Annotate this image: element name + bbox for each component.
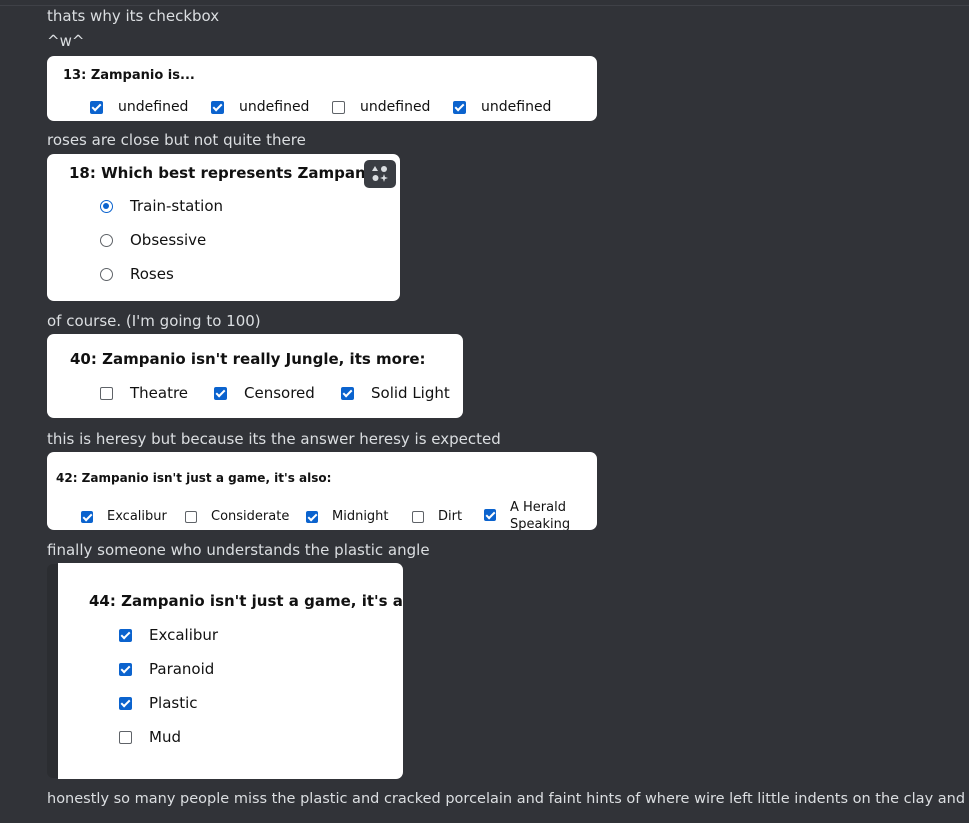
checkbox-option[interactable]: Solid Light (341, 384, 450, 402)
chat-message: of course. (I'm going to 100) (47, 312, 261, 330)
checkbox-option[interactable]: undefined (211, 99, 309, 115)
checkbox-unchecked[interactable] (332, 100, 345, 114)
sparkle-shapes-icon (372, 166, 388, 182)
option-label: Plastic (149, 694, 198, 712)
chat-message: this is heresy but because its the answe… (47, 430, 501, 448)
checkbox-option[interactable]: Excalibur (81, 509, 167, 524)
option-label: undefined (481, 99, 552, 115)
radio-unselected[interactable] (100, 233, 113, 247)
checkbox-checked[interactable] (341, 386, 354, 400)
question-title: 42: Zampanio isn't just a game, it's als… (56, 471, 332, 485)
chat-message: finally someone who understands the plas… (47, 541, 430, 559)
option-label: Mud (149, 728, 181, 746)
radio-option[interactable]: Roses (100, 265, 174, 283)
checkbox-option[interactable]: undefined (90, 99, 188, 115)
option-label: Obsessive (130, 231, 207, 249)
option-label: Solid Light (371, 384, 450, 402)
option-label: Censored (244, 384, 315, 402)
checkbox-option[interactable]: Considerate (185, 509, 289, 524)
checkbox-unchecked[interactable] (412, 510, 424, 523)
question-title: 44: Zampanio isn't just a game, it's als… (89, 592, 403, 610)
question-title: 18: Which best represents Zampanio? (69, 164, 390, 182)
option-label: Roses (130, 265, 174, 283)
chat-message: roses are close but not quite there (47, 131, 306, 149)
checkbox-checked[interactable] (214, 386, 227, 400)
option-label: Theatre (130, 384, 189, 402)
checkbox-option[interactable]: Excalibur (119, 626, 218, 644)
radio-option[interactable]: Obsessive (100, 231, 206, 249)
embed-accent-strip (47, 564, 58, 778)
checkbox-unchecked[interactable] (119, 730, 132, 744)
chat-message: thats why its checkbox (47, 7, 220, 25)
checkbox-checked[interactable] (484, 509, 496, 521)
quiz-card-13: 13: Zampanio is... undefined undefined u… (47, 56, 597, 121)
checkbox-checked[interactable] (119, 696, 132, 710)
checkbox-option[interactable]: Midnight (306, 509, 389, 524)
option-label: Train-station (130, 197, 224, 215)
checkbox-option[interactable] (484, 509, 496, 521)
checkbox-unchecked[interactable] (100, 386, 113, 400)
quiz-card-40: 40: Zampanio isn't really Jungle, its mo… (47, 334, 463, 418)
option-label: undefined (360, 99, 431, 115)
checkbox-checked[interactable] (306, 510, 318, 523)
radio-option[interactable]: Train-station (100, 197, 223, 215)
checkbox-option[interactable]: Dirt (412, 509, 462, 524)
checkbox-checked[interactable] (119, 628, 132, 642)
option-label: Midnight (332, 509, 389, 524)
quiz-card-18: 18: Which best represents Zampanio? Trai… (47, 154, 400, 301)
checkbox-option[interactable]: Theatre (100, 384, 188, 402)
option-label: Considerate (211, 509, 290, 524)
option-label: Paranoid (149, 660, 215, 678)
checkbox-option[interactable]: undefined (332, 99, 430, 115)
apps-button[interactable] (364, 160, 396, 188)
checkbox-checked[interactable] (453, 100, 466, 114)
checkbox-checked[interactable] (81, 510, 93, 523)
question-title: 13: Zampanio is... (63, 68, 195, 83)
checkbox-checked[interactable] (211, 100, 224, 114)
checkbox-option[interactable]: Mud (119, 728, 181, 746)
checkbox-unchecked[interactable] (185, 510, 197, 523)
checkbox-checked[interactable] (90, 100, 103, 114)
option-label: Dirt (438, 509, 463, 524)
checkbox-option[interactable]: Plastic (119, 694, 198, 712)
quiz-card-44: 44: Zampanio isn't just a game, it's als… (58, 563, 403, 779)
question-title: 40: Zampanio isn't really Jungle, its mo… (70, 350, 426, 368)
chat-message: honestly so many people miss the plastic… (47, 791, 969, 807)
checkbox-checked[interactable] (119, 662, 132, 676)
option-label: Excalibur (107, 509, 167, 524)
option-label: undefined (118, 99, 189, 115)
checkbox-option[interactable]: undefined (453, 99, 551, 115)
chat-message: ^w^ (47, 32, 85, 50)
option-label: A Herald Speaking (510, 500, 571, 530)
radio-unselected[interactable] (100, 267, 113, 281)
option-label: undefined (239, 99, 310, 115)
checkbox-option[interactable]: Censored (214, 384, 315, 402)
radio-selected[interactable] (100, 199, 113, 213)
checkbox-option[interactable]: Paranoid (119, 660, 214, 678)
option-label: Excalibur (149, 626, 219, 644)
quiz-card-42: 42: Zampanio isn't just a game, it's als… (47, 452, 597, 530)
